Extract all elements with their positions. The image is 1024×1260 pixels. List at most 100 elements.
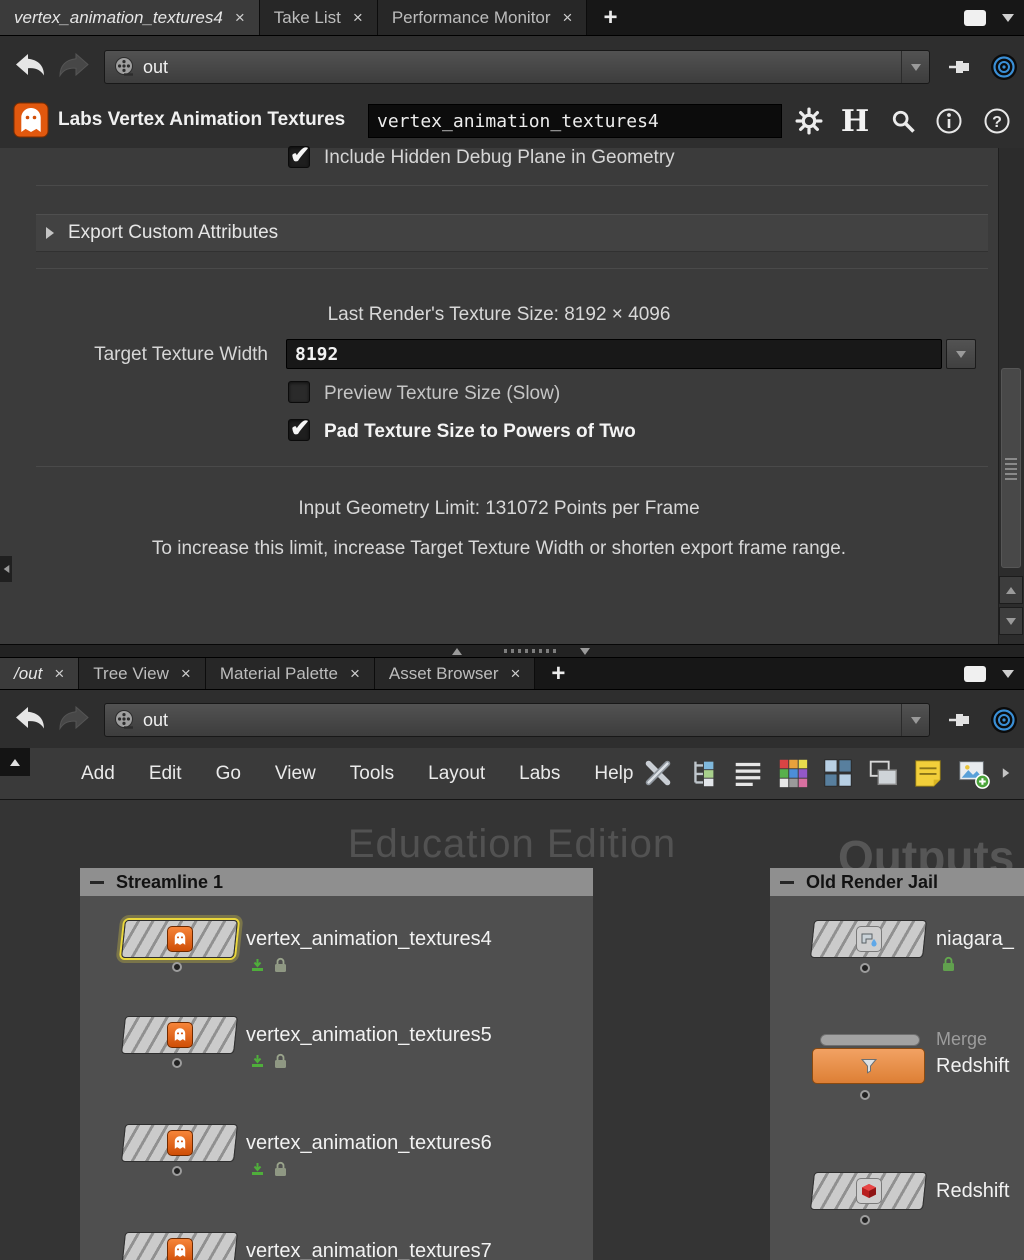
close-icon[interactable]: × (563, 8, 573, 28)
left-pane-expand-handle[interactable] (0, 556, 12, 582)
collapse-minus-icon[interactable] (90, 880, 104, 884)
tab-material-palette[interactable]: Material Palette × (205, 658, 375, 689)
tab-vertex-animation-textures4[interactable]: vertex_animation_textures4 × (0, 0, 260, 35)
pad-texture-checkbox[interactable] (288, 414, 310, 443)
lock-icon[interactable] (274, 1161, 287, 1182)
export-flag-icon[interactable] (250, 958, 265, 978)
node-output-connector[interactable] (172, 1166, 182, 1176)
node-label[interactable]: vertex_animation_textures6 (246, 1124, 492, 1162)
houdini-help-button[interactable]: H (836, 103, 874, 139)
parameters-panel-button[interactable] (728, 753, 768, 793)
node-vertex-animation-textures4[interactable] (121, 920, 238, 958)
tab-out[interactable]: /out × (0, 658, 80, 689)
path-dropdown-button[interactable] (901, 704, 929, 736)
windows-layout-button[interactable] (863, 753, 903, 793)
close-icon[interactable]: × (54, 664, 64, 684)
node-output-connector[interactable] (172, 962, 182, 972)
target-texture-width-dropdown[interactable] (946, 339, 976, 369)
back-button[interactable] (12, 703, 48, 733)
splitter-up-icon[interactable] (452, 647, 462, 655)
pane-splitter[interactable] (0, 644, 1024, 658)
node-output-connector[interactable] (860, 1215, 870, 1225)
node-vertex-animation-textures5[interactable] (121, 1016, 238, 1054)
export-custom-attributes-section[interactable]: Export Custom Attributes (36, 214, 988, 252)
menu-labs[interactable]: Labs (502, 763, 577, 785)
close-icon[interactable]: × (181, 664, 191, 684)
node-redshift-rop-2[interactable] (810, 1172, 927, 1210)
close-icon[interactable]: × (350, 664, 360, 684)
close-icon[interactable]: × (510, 664, 520, 684)
help-button[interactable]: ? (978, 103, 1016, 139)
node-label[interactable]: niagara_ (936, 920, 1014, 958)
node-merge-collapsed[interactable] (820, 1034, 920, 1046)
node-vertex-animation-textures7[interactable] (121, 1232, 238, 1260)
node-label[interactable]: vertex_animation_textures5 (246, 1016, 492, 1054)
tree-panel-button[interactable] (683, 753, 723, 793)
netbox-header[interactable]: Streamline 1 (80, 868, 593, 896)
add-image-button[interactable] (953, 753, 993, 793)
node-vertex-animation-textures6[interactable] (121, 1124, 238, 1162)
menu-tools[interactable]: Tools (333, 763, 411, 785)
new-tab-button[interactable]: + (535, 658, 581, 689)
export-flag-icon[interactable] (250, 1054, 265, 1074)
menu-edit[interactable]: Edit (132, 763, 199, 785)
node-label[interactable]: vertex_animation_textures4 (246, 920, 492, 958)
node-redshift-rop[interactable] (812, 1048, 925, 1084)
forward-button[interactable] (56, 50, 92, 80)
pin-button[interactable] (942, 703, 978, 737)
pin-button[interactable] (942, 50, 978, 84)
node-label[interactable]: vertex_animation_textures7 (246, 1232, 492, 1260)
toolbar-overflow-arrow-icon[interactable] (1002, 768, 1010, 778)
netbox-header[interactable]: Old Render Jail (770, 868, 1024, 896)
export-flag-icon[interactable] (250, 1162, 265, 1182)
gear-menu-button[interactable] (790, 103, 828, 139)
grid-layout-button[interactable] (818, 753, 858, 793)
node-output-connector[interactable] (860, 1090, 870, 1100)
node-niagara[interactable] (810, 920, 927, 958)
pane-menu-chevron-down-icon[interactable] (1002, 13, 1014, 22)
include-hidden-debug-checkbox[interactable] (288, 141, 310, 170)
close-icon[interactable]: × (353, 8, 363, 28)
node-output-connector[interactable] (860, 963, 870, 973)
pane-menu-chevron-down-icon[interactable] (1002, 669, 1014, 678)
target-texture-width-field[interactable]: 8192 (286, 339, 942, 369)
follow-selection-button[interactable] (986, 703, 1022, 737)
menu-view[interactable]: View (258, 763, 333, 785)
info-button[interactable] (930, 103, 968, 139)
node-label[interactable]: Redshift (936, 1047, 1009, 1085)
color-palette-button[interactable] (773, 753, 813, 793)
pane-maximize-icon[interactable] (964, 665, 986, 682)
collapse-minus-icon[interactable] (780, 880, 794, 884)
path-dropdown-button[interactable] (901, 51, 929, 83)
pane-maximize-icon[interactable] (964, 9, 986, 26)
menu-go[interactable]: Go (199, 763, 258, 785)
scroll-down-button[interactable] (999, 607, 1023, 635)
path-selector[interactable]: out (104, 703, 930, 737)
follow-selection-button[interactable] (986, 50, 1022, 84)
splitter-grip-icon[interactable] (504, 649, 556, 653)
node-name-field[interactable]: vertex_animation_textures4 (368, 104, 782, 138)
network-editor[interactable]: Education Edition Outputs Streamline 1 v… (0, 800, 1024, 1260)
new-tab-button[interactable]: + (587, 0, 633, 35)
scroll-up-button[interactable] (999, 576, 1023, 604)
preview-texture-checkbox[interactable] (288, 381, 310, 403)
menu-layout[interactable]: Layout (411, 763, 502, 785)
path-selector[interactable]: out (104, 50, 930, 84)
back-button[interactable] (12, 50, 48, 80)
tab-asset-browser[interactable]: Asset Browser × (374, 658, 536, 689)
lock-icon[interactable] (274, 1053, 287, 1074)
tab-performance-monitor[interactable]: Performance Monitor × (377, 0, 588, 35)
sticky-note-button[interactable] (908, 753, 948, 793)
close-icon[interactable]: × (235, 8, 245, 28)
tools-button[interactable] (638, 753, 678, 793)
node-label[interactable]: Redshift (936, 1172, 1009, 1210)
green-lock-icon[interactable] (942, 956, 955, 977)
node-output-connector[interactable] (172, 1058, 182, 1068)
node-type-icon-button[interactable] (12, 101, 50, 139)
tab-tree-view[interactable]: Tree View × (79, 658, 206, 689)
lock-icon[interactable] (274, 957, 287, 978)
search-button[interactable] (884, 103, 922, 139)
splitter-down-icon[interactable] (580, 647, 590, 655)
tab-take-list[interactable]: Take List × (259, 0, 378, 35)
pane-expand-up-button[interactable] (0, 748, 30, 776)
